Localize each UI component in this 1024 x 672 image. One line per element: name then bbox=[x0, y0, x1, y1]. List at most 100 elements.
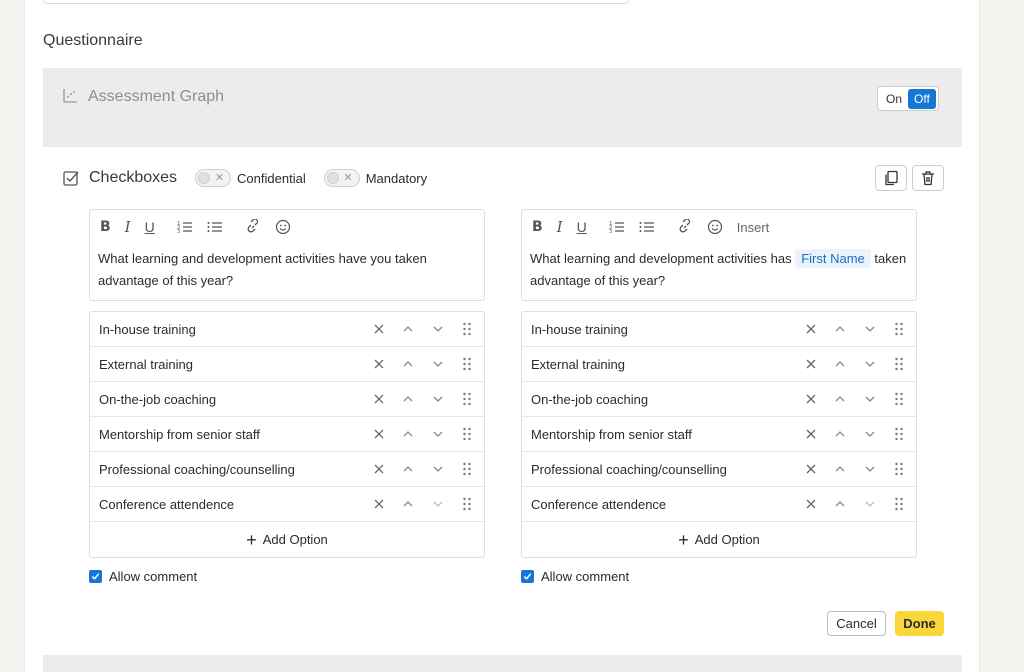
drag-handle-icon[interactable] bbox=[460, 392, 474, 406]
left-question-text[interactable]: What learning and development activities… bbox=[98, 248, 476, 292]
drag-handle-icon[interactable] bbox=[892, 357, 906, 371]
move-up-icon[interactable] bbox=[401, 427, 415, 441]
drag-handle-icon[interactable] bbox=[892, 497, 906, 511]
done-button[interactable]: Done bbox=[895, 611, 944, 636]
move-down-icon[interactable] bbox=[863, 427, 877, 441]
underline-icon[interactable]: U bbox=[577, 219, 587, 235]
option-label[interactable]: External training bbox=[99, 357, 193, 372]
toggle-on-option[interactable]: On bbox=[880, 89, 908, 109]
drag-handle-icon[interactable] bbox=[460, 427, 474, 441]
option-row[interactable]: In-house training bbox=[522, 312, 916, 347]
remove-option-icon[interactable] bbox=[804, 462, 818, 476]
option-row[interactable]: External training bbox=[522, 347, 916, 382]
move-up-icon[interactable] bbox=[401, 322, 415, 336]
option-row[interactable]: External training bbox=[90, 347, 484, 382]
move-down-icon[interactable] bbox=[863, 392, 877, 406]
link-icon[interactable] bbox=[677, 219, 693, 235]
option-label[interactable]: In-house training bbox=[99, 322, 196, 337]
option-row[interactable]: In-house training bbox=[90, 312, 484, 347]
move-up-icon[interactable] bbox=[833, 462, 847, 476]
link-icon[interactable] bbox=[245, 219, 261, 235]
option-row[interactable]: Conference attendence bbox=[522, 487, 916, 522]
emoji-icon[interactable] bbox=[707, 219, 723, 235]
previous-field[interactable] bbox=[43, 0, 629, 4]
assessment-graph-toggle[interactable]: On Off bbox=[877, 86, 939, 111]
option-label[interactable]: In-house training bbox=[531, 322, 628, 337]
move-down-icon[interactable] bbox=[863, 357, 877, 371]
remove-option-icon[interactable] bbox=[804, 427, 818, 441]
mandatory-toggle[interactable]: ✕ bbox=[323, 169, 360, 187]
option-label[interactable]: Professional coaching/counselling bbox=[531, 462, 727, 477]
drag-handle-icon[interactable] bbox=[892, 427, 906, 441]
move-up-icon[interactable] bbox=[833, 357, 847, 371]
option-row[interactable]: Conference attendence bbox=[90, 487, 484, 522]
emoji-icon[interactable] bbox=[275, 219, 291, 235]
add-option-button[interactable]: + Add Option bbox=[90, 522, 484, 557]
remove-option-icon[interactable] bbox=[372, 427, 386, 441]
remove-option-icon[interactable] bbox=[804, 392, 818, 406]
option-label[interactable]: Mentorship from senior staff bbox=[99, 427, 260, 442]
option-label[interactable]: External training bbox=[531, 357, 625, 372]
drag-handle-icon[interactable] bbox=[460, 357, 474, 371]
move-down-icon[interactable] bbox=[431, 462, 445, 476]
remove-option-icon[interactable] bbox=[372, 497, 386, 511]
move-down-icon[interactable] bbox=[863, 462, 877, 476]
drag-handle-icon[interactable] bbox=[460, 322, 474, 336]
italic-icon[interactable]: I bbox=[125, 218, 131, 236]
toggle-off-option[interactable]: Off bbox=[908, 88, 936, 109]
duplicate-button[interactable] bbox=[875, 165, 907, 191]
option-label[interactable]: On-the-job coaching bbox=[99, 392, 216, 407]
remove-option-icon[interactable] bbox=[804, 497, 818, 511]
move-down-icon[interactable] bbox=[431, 322, 445, 336]
left-allow-comment[interactable]: Allow comment bbox=[89, 569, 485, 584]
right-allow-comment[interactable]: Allow comment bbox=[521, 569, 917, 584]
remove-option-icon[interactable] bbox=[372, 392, 386, 406]
move-down-icon[interactable] bbox=[863, 322, 877, 336]
drag-handle-icon[interactable] bbox=[460, 497, 474, 511]
allow-comment-checkbox[interactable] bbox=[521, 570, 534, 583]
option-label[interactable]: Conference attendence bbox=[99, 497, 234, 512]
move-up-icon[interactable] bbox=[401, 357, 415, 371]
drag-handle-icon[interactable] bbox=[892, 322, 906, 336]
drag-handle-icon[interactable] bbox=[892, 392, 906, 406]
first-name-placeholder-chip[interactable]: First Name bbox=[795, 249, 871, 268]
bullet-list-icon[interactable] bbox=[639, 220, 655, 234]
delete-button[interactable] bbox=[912, 165, 944, 191]
option-row[interactable]: Mentorship from senior staff bbox=[522, 417, 916, 452]
option-row[interactable]: On-the-job coaching bbox=[90, 382, 484, 417]
move-down-icon[interactable] bbox=[431, 357, 445, 371]
italic-icon[interactable]: I bbox=[557, 218, 563, 236]
option-row[interactable]: Professional coaching/counselling bbox=[522, 452, 916, 487]
right-question-editor[interactable]: B I U 123 Insert What learning and devel… bbox=[521, 209, 917, 301]
remove-option-icon[interactable] bbox=[804, 357, 818, 371]
left-question-editor[interactable]: B I U 123 What learning and development … bbox=[89, 209, 485, 301]
remove-option-icon[interactable] bbox=[372, 322, 386, 336]
remove-option-icon[interactable] bbox=[372, 357, 386, 371]
remove-option-icon[interactable] bbox=[372, 462, 386, 476]
move-down-icon[interactable] bbox=[431, 427, 445, 441]
option-row[interactable]: On-the-job coaching bbox=[522, 382, 916, 417]
move-down-icon[interactable] bbox=[431, 392, 445, 406]
option-row[interactable]: Mentorship from senior staff bbox=[90, 417, 484, 452]
option-label[interactable]: On-the-job coaching bbox=[531, 392, 648, 407]
move-up-icon[interactable] bbox=[833, 427, 847, 441]
move-up-icon[interactable] bbox=[833, 322, 847, 336]
ordered-list-icon[interactable]: 123 bbox=[177, 220, 193, 234]
move-up-icon[interactable] bbox=[401, 392, 415, 406]
option-row[interactable]: Professional coaching/counselling bbox=[90, 452, 484, 487]
move-up-icon[interactable] bbox=[833, 392, 847, 406]
remove-option-icon[interactable] bbox=[804, 322, 818, 336]
cancel-button[interactable]: Cancel bbox=[827, 611, 886, 636]
bullet-list-icon[interactable] bbox=[207, 220, 223, 234]
move-up-icon[interactable] bbox=[401, 462, 415, 476]
move-down-icon[interactable] bbox=[863, 497, 877, 511]
move-down-icon[interactable] bbox=[431, 497, 445, 511]
allow-comment-checkbox[interactable] bbox=[89, 570, 102, 583]
insert-button[interactable]: Insert bbox=[737, 220, 770, 235]
add-option-button[interactable]: + Add Option bbox=[522, 522, 916, 557]
drag-handle-icon[interactable] bbox=[460, 462, 474, 476]
bold-icon[interactable]: B bbox=[532, 219, 543, 235]
right-question-text[interactable]: What learning and development activities… bbox=[530, 248, 908, 292]
move-up-icon[interactable] bbox=[833, 497, 847, 511]
ordered-list-icon[interactable]: 123 bbox=[609, 220, 625, 234]
